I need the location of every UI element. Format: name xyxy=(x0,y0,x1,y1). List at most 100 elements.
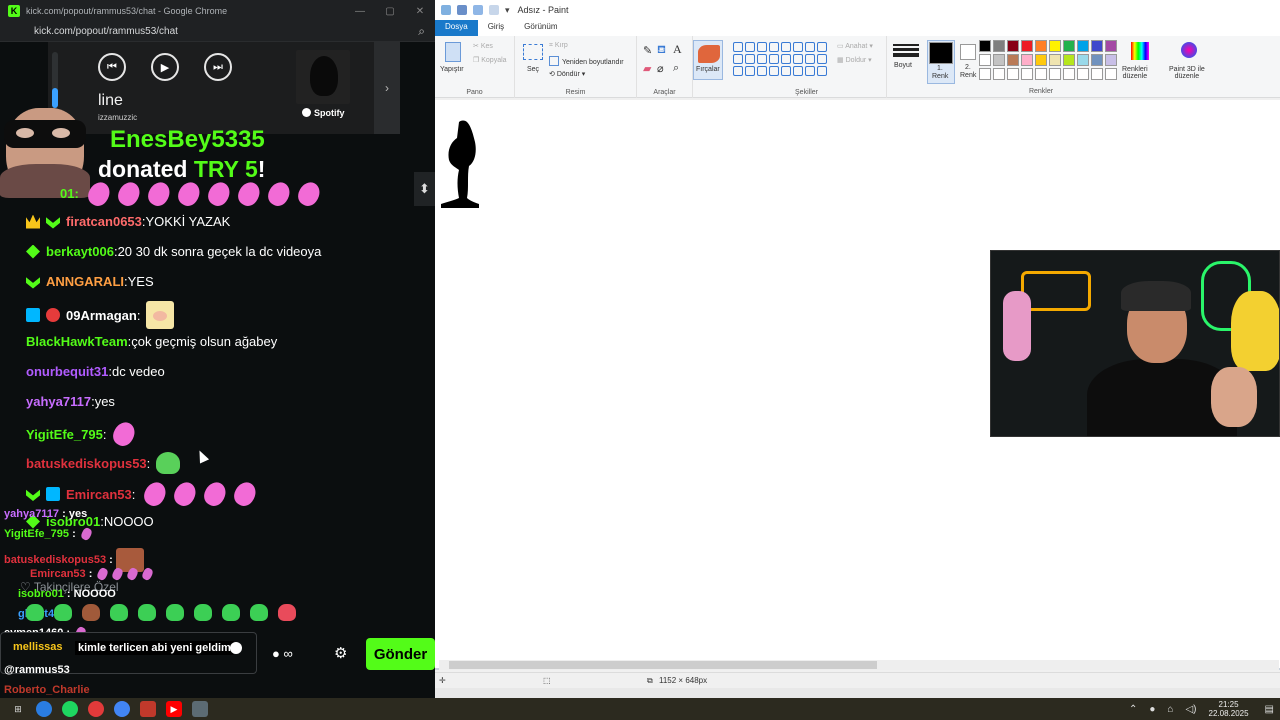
magnifier-icon[interactable]: ⌕ xyxy=(673,62,679,75)
resize-button[interactable]: Yeniden boyutlandır xyxy=(549,56,624,66)
palette-swatch[interactable] xyxy=(1007,68,1019,80)
paint3d-icon[interactable] xyxy=(1181,42,1197,58)
pin-icon[interactable]: ⬍ xyxy=(414,172,435,206)
palette-swatch[interactable] xyxy=(1091,40,1103,52)
palette-swatch[interactable] xyxy=(1063,54,1075,66)
cut-button[interactable]: ✂ Kes xyxy=(473,42,493,50)
network-icon[interactable]: ⌂ xyxy=(1167,704,1173,715)
previous-track-icon[interactable]: ⏮ xyxy=(98,53,126,81)
paste-icon[interactable] xyxy=(445,42,461,62)
spotify-taskbar-icon[interactable] xyxy=(62,701,78,717)
undo-icon[interactable] xyxy=(473,5,483,15)
chat-username[interactable]: ANNGARALI xyxy=(46,274,124,289)
next-track-icon[interactable]: ⏭ xyxy=(204,53,232,81)
windows-start-icon[interactable]: ⊞ xyxy=(10,701,26,717)
chat-username[interactable]: batuskediskopus53 xyxy=(26,456,147,471)
palette-swatch[interactable] xyxy=(1021,68,1033,80)
notification-icon[interactable]: ▤ xyxy=(1265,704,1274,715)
chevron-up-icon[interactable]: ⌃ xyxy=(1129,704,1137,715)
palette-swatch[interactable] xyxy=(1007,40,1019,52)
gear-icon[interactable]: ⚙ xyxy=(334,644,347,662)
tab-home[interactable]: Giriş xyxy=(478,20,514,36)
palette-swatch[interactable] xyxy=(993,54,1005,66)
palette-swatch[interactable] xyxy=(1021,40,1033,52)
palette-swatch[interactable] xyxy=(1049,40,1061,52)
infinity-icon[interactable]: ∞ xyxy=(283,646,292,661)
palette-swatch[interactable] xyxy=(1105,54,1117,66)
play-icon[interactable]: ▶ xyxy=(151,53,179,81)
brushes-button[interactable]: Fırçalar xyxy=(693,40,723,80)
color2-button[interactable]: 2. Renk xyxy=(957,40,981,84)
chrome-icon[interactable] xyxy=(114,701,130,717)
microphone-icon[interactable]: ● xyxy=(1149,704,1155,715)
chat-tools[interactable]: ● ∞ xyxy=(272,646,293,661)
palette-swatch[interactable] xyxy=(1077,54,1089,66)
edit-colors-button[interactable]: Renkleri düzenle xyxy=(1122,66,1148,80)
horizontal-scrollbar[interactable] xyxy=(439,660,1279,670)
palette-swatch[interactable] xyxy=(979,68,991,80)
paste-button[interactable]: Yapıştır xyxy=(440,66,464,73)
color1-button[interactable]: 1. Renk xyxy=(927,40,955,84)
text-tool-icon[interactable]: A xyxy=(673,42,682,57)
palette-swatch[interactable] xyxy=(1077,68,1089,80)
chat-username[interactable]: YigitEfe_795 xyxy=(26,427,103,442)
pencil-icon[interactable]: ✎ xyxy=(643,44,652,57)
chat-username[interactable]: berkayt006 xyxy=(46,244,114,259)
select-button[interactable]: Seç xyxy=(527,66,539,73)
palette-swatch[interactable] xyxy=(993,40,1005,52)
chat-username[interactable]: 09Armagan xyxy=(66,308,137,323)
palette-swatch[interactable] xyxy=(1035,54,1047,66)
palette-swatch[interactable] xyxy=(1091,54,1103,66)
chat-username[interactable]: firatcan0653 xyxy=(66,214,142,229)
palette-swatch[interactable] xyxy=(993,68,1005,80)
palette-swatch[interactable] xyxy=(1021,54,1033,66)
chevron-right-icon[interactable]: › xyxy=(374,42,400,134)
chat-username[interactable]: Emircan53 xyxy=(66,487,132,502)
paint-taskbar-icon[interactable] xyxy=(192,701,208,717)
tab-view[interactable]: Görünüm xyxy=(514,20,567,36)
chat-username[interactable]: onurbequit31 xyxy=(26,364,108,379)
crop-button[interactable]: ⌗ Kırp xyxy=(549,42,568,50)
palette-swatch[interactable] xyxy=(979,54,991,66)
palette-swatch[interactable] xyxy=(1035,68,1047,80)
select-icon[interactable] xyxy=(523,44,543,60)
palette-swatch[interactable] xyxy=(979,40,991,52)
paint3d-button[interactable]: Paint 3D ile düzenle xyxy=(1169,66,1205,80)
app-icon[interactable] xyxy=(88,701,104,717)
youtube-icon[interactable]: ▶ xyxy=(166,701,182,717)
send-button[interactable]: Gönder xyxy=(366,638,435,670)
palette-swatch[interactable] xyxy=(1063,68,1075,80)
outline-button[interactable]: ▭ Anahat ▾ xyxy=(837,42,873,50)
palette-swatch[interactable] xyxy=(1091,68,1103,80)
palette-swatch[interactable] xyxy=(1105,68,1117,80)
palette-swatch[interactable] xyxy=(1007,54,1019,66)
address-bar[interactable]: kick.com/popout/rammus53/chat ⌕ xyxy=(0,22,435,42)
color-palette[interactable] xyxy=(979,40,1117,80)
chat-username[interactable]: yahya7117 xyxy=(26,394,91,409)
shapes-gallery[interactable] xyxy=(733,42,829,76)
clock[interactable]: 21:25 22.08.2025 xyxy=(1209,700,1249,718)
fill-button[interactable]: ▦ Doldur ▾ xyxy=(837,56,872,64)
palette-swatch[interactable] xyxy=(1105,40,1117,52)
palette-swatch[interactable] xyxy=(1035,40,1047,52)
edit-colors-icon[interactable] xyxy=(1131,42,1149,60)
palette-swatch[interactable] xyxy=(1077,40,1089,52)
palette-swatch[interactable] xyxy=(1063,40,1075,52)
eraser-icon[interactable]: ▰ xyxy=(643,62,651,75)
fill-bucket-icon[interactable]: ⛾ xyxy=(657,44,666,58)
rotate-button[interactable]: ⟲ Döndür ▾ xyxy=(549,70,585,78)
app-icon[interactable] xyxy=(140,701,156,717)
maximize-icon[interactable]: ▢ xyxy=(375,6,405,17)
app-icon[interactable] xyxy=(36,701,52,717)
copy-button[interactable]: ❐ Kopyala xyxy=(473,56,507,64)
tab-file[interactable]: Dosya xyxy=(435,20,478,36)
emoji-icon[interactable] xyxy=(230,642,242,654)
volume-icon[interactable]: ◁) xyxy=(1185,704,1196,715)
zoom-icon[interactable]: ⌕ xyxy=(418,24,425,39)
palette-swatch[interactable] xyxy=(1049,68,1061,80)
palette-swatch[interactable] xyxy=(1049,54,1061,66)
redo-icon[interactable] xyxy=(489,5,499,15)
size-button[interactable]: Boyut xyxy=(893,42,919,90)
chat-username[interactable]: BlackHawkTeam xyxy=(26,334,128,349)
color-picker-icon[interactable]: ⌀ xyxy=(657,62,664,75)
